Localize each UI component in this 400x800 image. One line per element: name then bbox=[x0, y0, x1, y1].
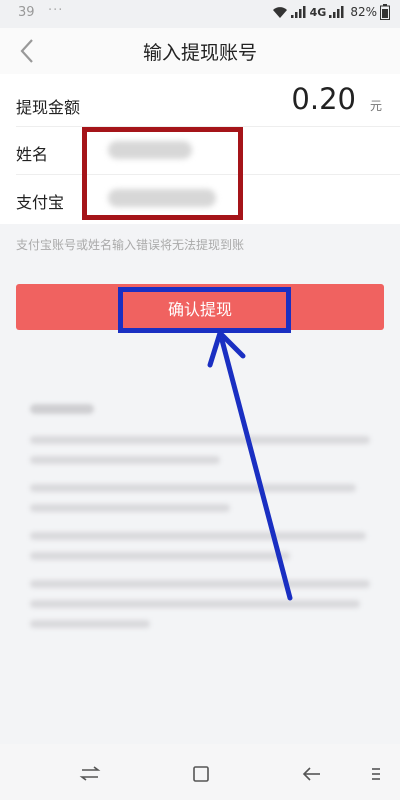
square-home-icon[interactable] bbox=[189, 762, 213, 786]
system-nav-bar bbox=[0, 744, 400, 800]
menu-icon[interactable] bbox=[364, 762, 388, 786]
switch-arrows-icon[interactable] bbox=[78, 762, 102, 786]
back-arrow-icon[interactable] bbox=[300, 762, 324, 786]
blue-arrow-annotation bbox=[207, 330, 293, 601]
